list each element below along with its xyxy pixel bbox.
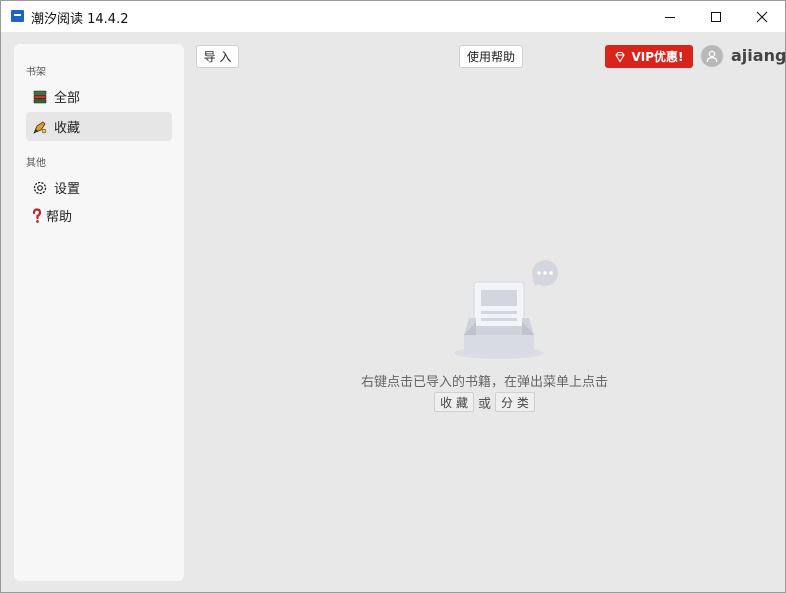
import-button[interactable]: 导 入 [196, 45, 239, 68]
username[interactable]: ajiang [731, 46, 786, 65]
minimize-icon [665, 16, 675, 18]
app-window: 潮汐阅读 14.4.2 书架 全部 收藏 其他 设置 帮助 导 入 使用帮助 V… [0, 0, 786, 593]
maximize-button[interactable] [693, 1, 739, 32]
sidebar-item-settings[interactable]: 设置 [26, 173, 172, 202]
diamond-icon [615, 51, 626, 63]
window-title: 潮汐阅读 14.4.2 [31, 12, 129, 27]
category-label-chip: 分 类 [495, 392, 535, 412]
books-icon [32, 89, 48, 105]
empty-inbox-illustration [452, 260, 564, 362]
sidebar-item-label: 收藏 [54, 121, 81, 136]
user-icon [706, 50, 718, 63]
pen-star-icon [32, 119, 48, 135]
sidebar: 书架 全部 收藏 其他 设置 帮助 [14, 44, 184, 581]
main-content: 导 入 使用帮助 VIP优惠! ajiang 右键点击已导入的书籍，在弹出菜单上… [184, 32, 786, 592]
sidebar-item-label: 设置 [54, 182, 81, 197]
sidebar-item-label: 全部 [54, 91, 81, 106]
empty-state-message: 右键点击已导入的书籍，在弹出菜单上点击 [360, 375, 608, 390]
avatar[interactable] [701, 45, 723, 67]
vip-label: VIP优惠! [631, 50, 684, 64]
sidebar-item-help[interactable]: 帮助 [26, 201, 172, 230]
close-button[interactable] [739, 1, 785, 32]
vip-button[interactable]: VIP优惠! [605, 45, 693, 68]
sidebar-item-all[interactable]: 全部 [26, 82, 172, 111]
app-icon [11, 10, 24, 22]
empty-state-hint: 收 藏 或 分 类 [184, 392, 785, 412]
maximize-icon [711, 11, 721, 22]
section-label-bookshelf: 书架 [26, 67, 46, 78]
close-icon [756, 11, 768, 22]
favorite-label-chip: 收 藏 [434, 392, 474, 412]
title-bar[interactable]: 潮汐阅读 14.4.2 [1, 1, 785, 32]
section-label-other: 其他 [26, 158, 46, 169]
sidebar-item-label: 帮助 [46, 210, 73, 225]
question-icon [32, 207, 42, 224]
or-text: 或 [477, 396, 491, 412]
sidebar-item-favorites[interactable]: 收藏 [26, 112, 172, 141]
minimize-button[interactable] [647, 1, 693, 32]
gear-icon [32, 180, 48, 196]
help-button[interactable]: 使用帮助 [459, 45, 523, 68]
